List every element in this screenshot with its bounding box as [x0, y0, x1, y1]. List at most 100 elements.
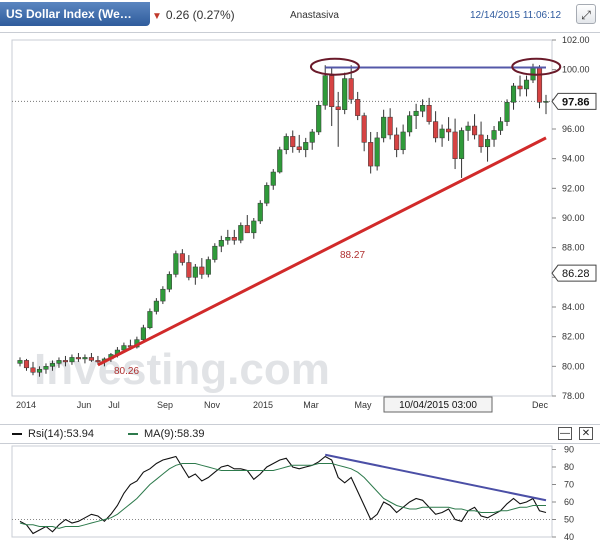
candle-body [43, 366, 49, 370]
candle-body [485, 139, 491, 148]
minimize-panel-button[interactable]: — [558, 427, 572, 440]
candle-body [231, 237, 237, 241]
y-tick-label: 94.00 [562, 154, 585, 164]
candle-body [140, 327, 146, 340]
ma-legend: MA(9):58.39 [128, 428, 205, 440]
candle-body [147, 311, 153, 329]
candle-body [400, 131, 406, 151]
rsi-legend-label: Rsi(14):53.94 [28, 428, 95, 440]
candle-body [212, 245, 218, 260]
rsi-y-tick-label: 70 [564, 480, 574, 490]
y-tick-label: 82.00 [562, 332, 585, 342]
rsi-y-tick-label: 50 [564, 515, 574, 525]
candle-body [225, 237, 231, 241]
candle-body [316, 105, 322, 133]
candle-body [478, 134, 484, 148]
candle-body [62, 360, 69, 363]
y-tick-label: 84.00 [562, 302, 585, 312]
candle-body [459, 130, 465, 159]
candle-body [472, 125, 478, 136]
rsi-swatch [12, 433, 22, 436]
candle-body [23, 360, 30, 369]
candle-body [303, 142, 309, 151]
rsi-y-tick-label: 40 [564, 532, 574, 541]
ma-legend-label: MA(9):58.39 [144, 428, 205, 440]
candle-body [387, 116, 393, 136]
y-tick-label: 102.00 [562, 35, 590, 45]
candle-body [420, 105, 426, 112]
rsi-y-tick-label: 90 [564, 445, 574, 455]
candle-body [36, 369, 43, 373]
candle-body [543, 101, 549, 103]
candle-body [329, 75, 335, 107]
candle-body [413, 110, 419, 116]
candle-body [322, 75, 328, 106]
x-tick-label: Mar [303, 400, 319, 410]
candle-body [446, 128, 452, 133]
candle-body [277, 149, 283, 173]
candle-body [433, 121, 439, 139]
candle-body [407, 115, 413, 133]
candle-body [394, 134, 400, 151]
cursor-price-label: 86.28 [562, 268, 590, 280]
x-tick-label: 2014 [16, 400, 36, 410]
candle-body [426, 105, 432, 122]
candle-body [290, 136, 296, 148]
last-price-label: 97.86 [562, 96, 590, 108]
candle-body [173, 253, 179, 275]
x-tick-label: Jul [108, 400, 120, 410]
candle-body [355, 99, 361, 116]
candle-body [497, 121, 504, 131]
candle-body [504, 102, 510, 122]
candle-body [82, 357, 88, 360]
x-tick-label: Nov [204, 400, 221, 410]
close-panel-button[interactable]: ✕ [579, 427, 593, 440]
candle-body [166, 274, 172, 290]
candle-body [69, 357, 75, 363]
candle-body [335, 106, 341, 110]
candle-body [296, 146, 302, 151]
candle-body [348, 78, 354, 100]
x-tick-label: May [354, 400, 372, 410]
candle-body [465, 125, 471, 131]
y-tick-label: 88.00 [562, 243, 585, 253]
x-tick-label: Dec [532, 400, 549, 410]
candle-body [491, 130, 497, 140]
candle-body [381, 116, 387, 139]
rsi-y-tick-label: 60 [564, 497, 574, 507]
candle-body [283, 136, 289, 151]
candle-body [536, 67, 543, 103]
y-tick-label: 90.00 [562, 213, 585, 223]
candle-body [439, 128, 445, 139]
hover-date-label: 10/04/2015 03:00 [399, 400, 477, 411]
rsi-y-tick-label: 80 [564, 462, 574, 472]
x-tick-label: Jun [77, 400, 92, 410]
candle-body [199, 266, 205, 275]
candle-body [368, 142, 374, 167]
candle-body [205, 259, 211, 275]
candle-body [56, 360, 62, 364]
annotation-mid: 88.27 [340, 250, 365, 261]
candle-body [523, 79, 530, 90]
rsi-chart[interactable]: 40 50 60 70 80 90 [0, 442, 600, 541]
candle-body [257, 202, 263, 222]
candle-body [361, 115, 367, 143]
x-tick-label: 2015 [253, 400, 273, 410]
main-price-chart[interactable]: 78.0080.0082.0084.0086.0088.0090.0092.00… [0, 0, 600, 424]
candle-body [251, 220, 257, 234]
y-tick-label: 100.00 [562, 65, 590, 75]
candle-body [452, 131, 458, 159]
candle-body [75, 357, 81, 360]
candle-body [30, 367, 36, 373]
candle-body [244, 225, 250, 234]
candle-body [342, 78, 348, 110]
candle-body [95, 360, 101, 363]
candle-body [17, 360, 23, 364]
rsi-panel-header: Rsi(14):53.94 MA(9):58.39 — ✕ [0, 424, 600, 444]
x-tick-label: Sep [157, 400, 173, 410]
plot-area [11, 39, 553, 397]
candle-body [270, 171, 276, 186]
candle-body [374, 137, 380, 167]
y-tick-label: 92.00 [562, 183, 585, 193]
candle-body [88, 357, 94, 361]
